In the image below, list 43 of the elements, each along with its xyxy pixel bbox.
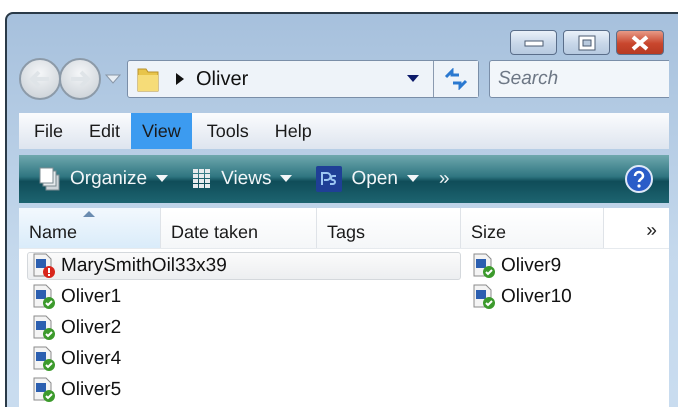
caret-icon [406,175,419,183]
sort-ascending-icon [83,211,95,217]
open-button[interactable]: Open [312,166,423,192]
image-entry[interactable]: Oliver1 [27,283,461,311]
image-entry[interactable]: Oliver2 [27,314,461,342]
address-path: Oliver [196,68,250,90]
pages-icon [39,167,61,191]
breadcrumb-arrow-icon[interactable] [176,73,184,85]
organize-button[interactable]: Organize [35,167,172,191]
close-button[interactable] [616,30,664,55]
history-dropdown-icon[interactable] [105,74,121,84]
menu-item[interactable]: Tools [196,113,260,149]
address-dropdown-icon[interactable] [407,75,419,83]
address-bar[interactable]: Oliver [127,60,479,98]
image-entry[interactable]: MarySmithOil33x39 [27,252,461,280]
help-icon[interactable] [625,165,653,193]
caret-icon [280,175,292,183]
image-entry[interactable]: Oliver9 [467,252,661,280]
menu-item[interactable]: View [131,113,192,149]
column-header[interactable]: Tags [317,208,461,248]
views-icon [192,167,212,191]
minimize-button[interactable] [510,30,557,55]
image-entry[interactable]: Oliver5 [27,376,461,404]
minimize-icon [524,38,544,46]
more-commands-chevron[interactable]: » [438,168,450,190]
more-columns-chevron[interactable]: » [604,208,669,248]
column-header[interactable]: Size [461,208,604,248]
photoshop-app-icon [316,166,342,192]
menu-item[interactable]: File [23,113,74,149]
column-header[interactable]: Date taken [161,208,317,248]
caret-icon [156,175,168,183]
maximize-icon [578,34,596,50]
image-entry[interactable]: Oliver10 [467,283,661,311]
menu-item[interactable]: Help [264,113,323,149]
search-field[interactable]: Search [489,60,669,98]
views-button[interactable]: Views [188,167,296,191]
column-header[interactable]: Name [19,208,161,248]
menu-item[interactable]: Edit [78,113,132,149]
maximize-button[interactable] [563,30,610,55]
image-entry[interactable]: Oliver4 [27,345,461,373]
refresh-button[interactable] [433,61,478,97]
close-icon [629,34,651,50]
refresh-icon [443,68,469,90]
